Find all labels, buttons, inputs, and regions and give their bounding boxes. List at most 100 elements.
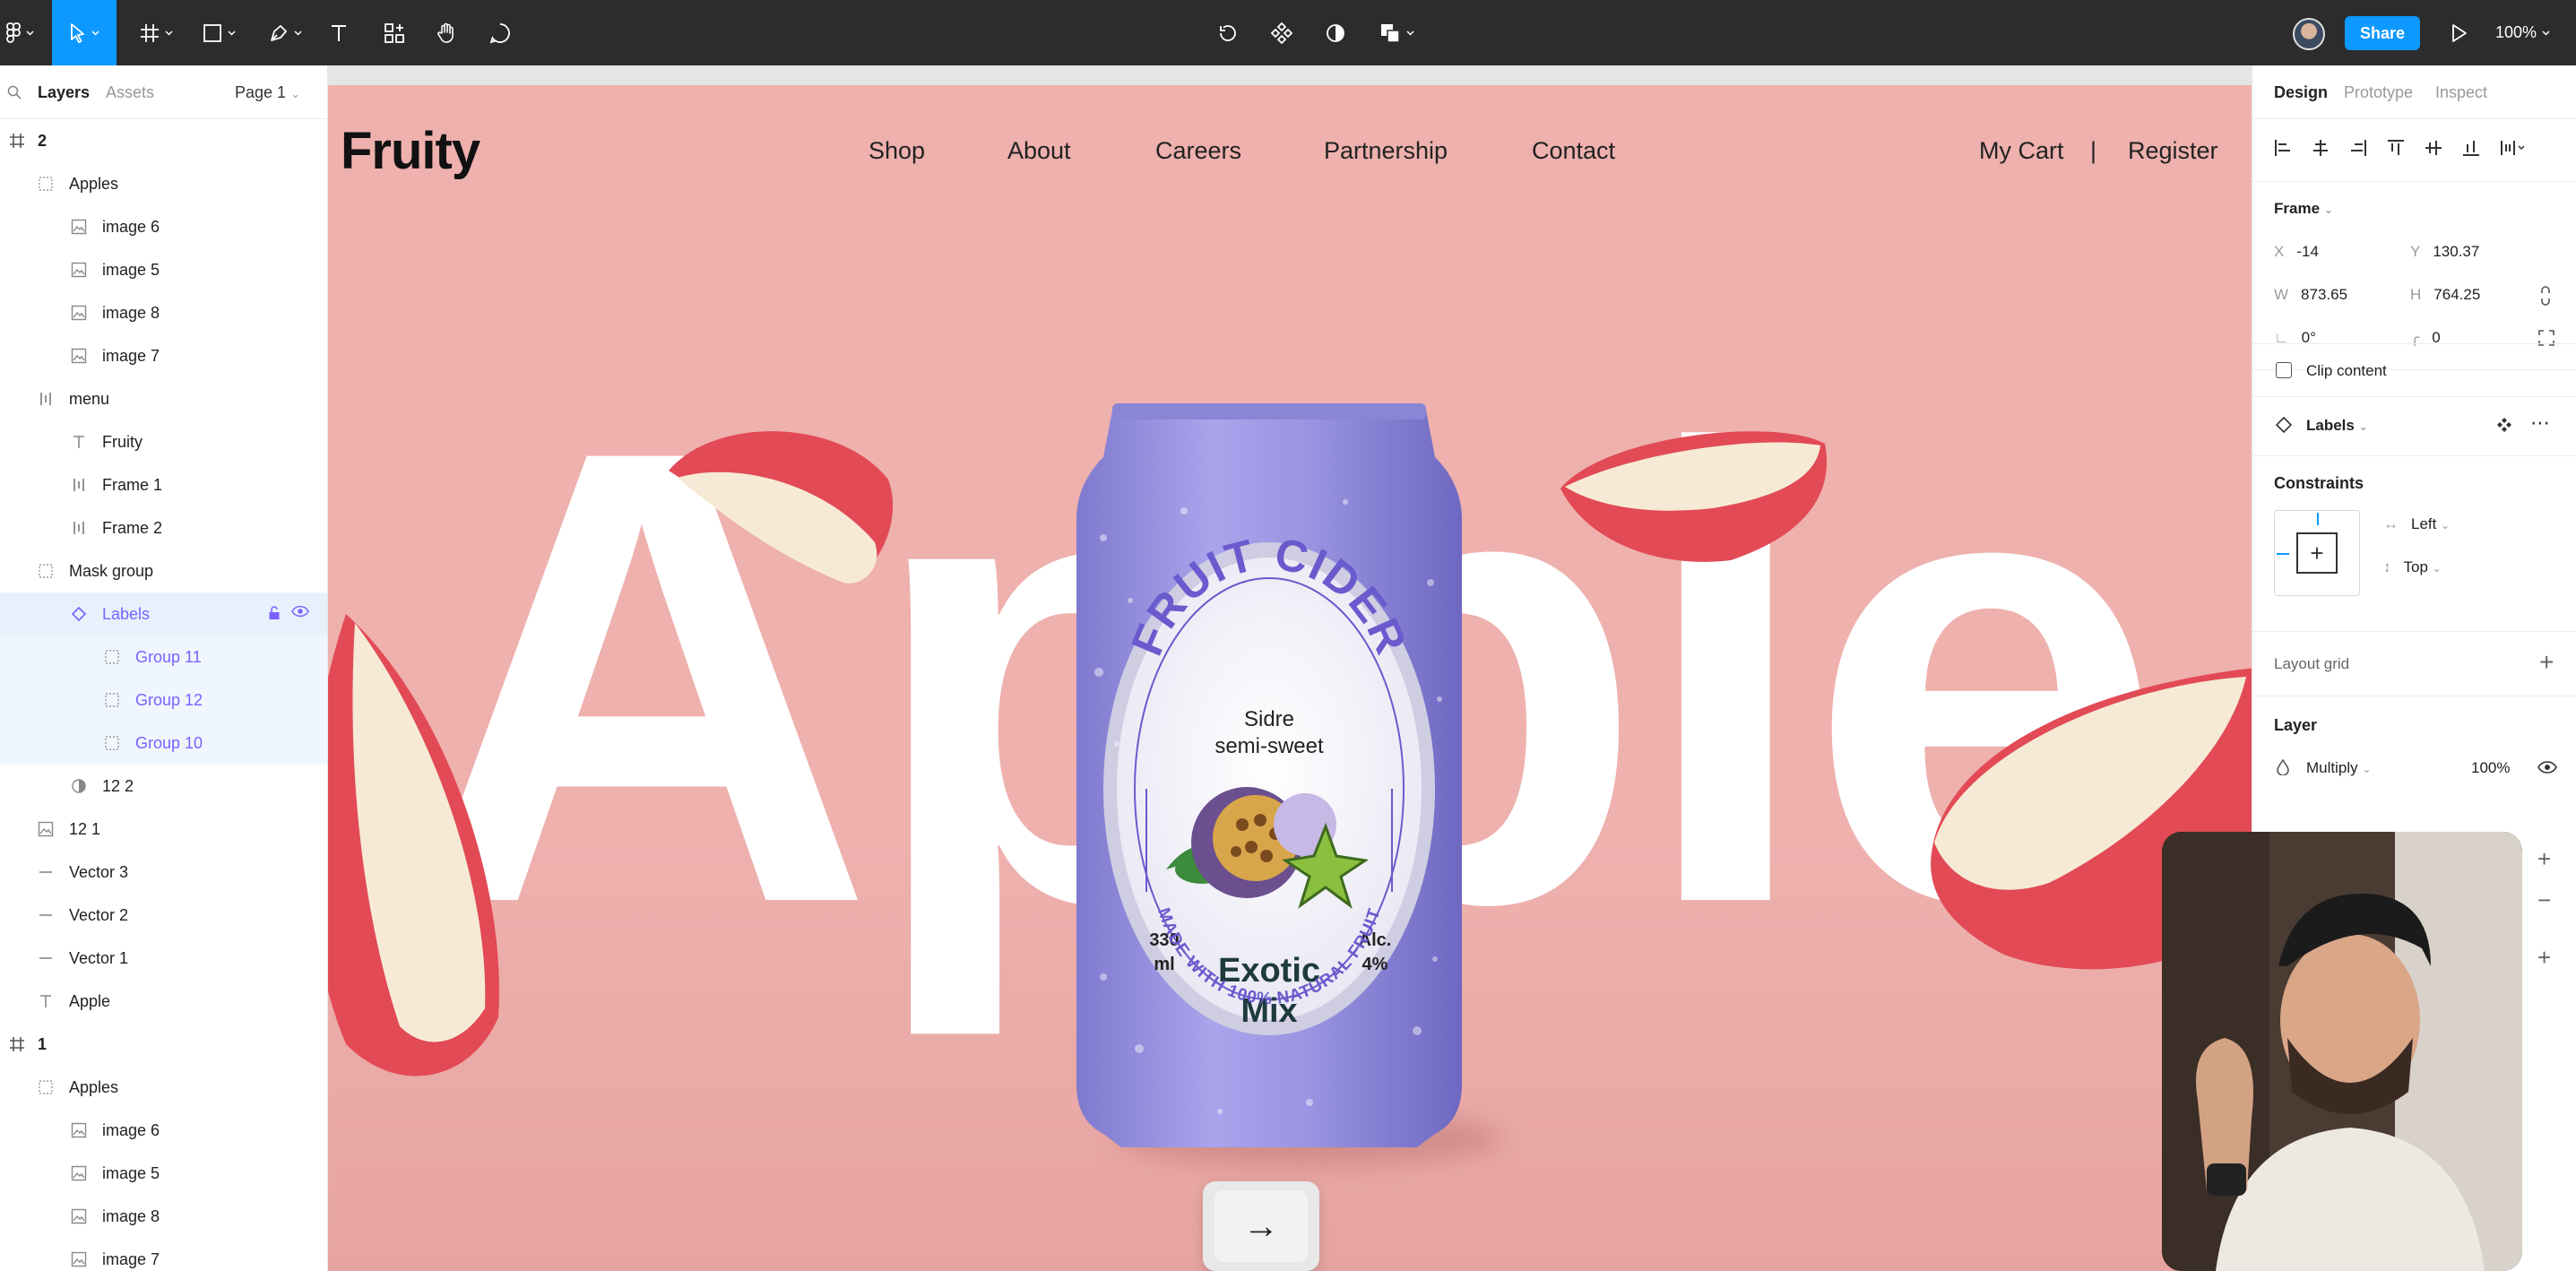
- layer-row[interactable]: 1: [0, 1023, 327, 1066]
- mask-button[interactable]: [1318, 0, 1353, 65]
- layer-row[interactable]: Group 11: [0, 636, 327, 679]
- y-field[interactable]: Y 130.37: [2410, 243, 2479, 261]
- nav-about[interactable]: About: [1007, 137, 1071, 165]
- align-right-icon[interactable]: [2349, 139, 2367, 157]
- nav-register[interactable]: Register: [2128, 137, 2218, 165]
- layer-row[interactable]: 12 2: [0, 765, 327, 808]
- apple-slice-top-right[interactable]: [1552, 408, 1838, 578]
- cider-can[interactable]: FRUIT CIDER Sidre semi-sweet 330 ml Alc.…: [1076, 403, 1462, 1165]
- layer-row[interactable]: Apple: [0, 980, 327, 1023]
- layer-row[interactable]: Group 10: [0, 722, 327, 765]
- clip-content-checkbox[interactable]: [2276, 362, 2292, 378]
- layer-row[interactable]: Frame 2: [0, 506, 327, 549]
- resources-button[interactable]: [376, 0, 412, 65]
- text-tool-button[interactable]: [323, 0, 355, 65]
- component-dropdown[interactable]: Labels ⌄: [2306, 417, 2368, 435]
- layer-label: Frame 1: [102, 476, 163, 494]
- hand-tool-button[interactable]: [428, 0, 464, 65]
- add-fill-icon[interactable]: +: [2537, 845, 2551, 873]
- add-stroke-icon[interactable]: +: [2537, 944, 2551, 972]
- apple-slice-top-left[interactable]: [660, 408, 911, 596]
- vertical-constraint-dropdown[interactable]: ↕ Top ⌄: [2383, 558, 2442, 576]
- lock-icon[interactable]: [268, 605, 281, 621]
- layer-row[interactable]: image 6: [0, 1109, 327, 1152]
- w-field[interactable]: W 873.65: [2274, 286, 2347, 304]
- layer-row[interactable]: Vector 2: [0, 894, 327, 937]
- constraint-top-marker[interactable]: [2317, 513, 2319, 525]
- constraint-left-marker[interactable]: [2277, 553, 2289, 555]
- tab-inspect[interactable]: Inspect: [2435, 83, 2487, 102]
- nav-contact[interactable]: Contact: [1532, 137, 1615, 165]
- layer-row[interactable]: Fruity: [0, 420, 327, 463]
- next-slide-button[interactable]: →: [1203, 1181, 1319, 1271]
- align-center-h-icon[interactable]: [2312, 139, 2330, 157]
- boolean-button[interactable]: [1371, 0, 1422, 65]
- layer-row[interactable]: image 6: [0, 205, 327, 248]
- remove-fill-icon[interactable]: −: [2537, 886, 2551, 914]
- opacity-field[interactable]: 100%: [2471, 759, 2510, 777]
- x-field[interactable]: X -14: [2274, 243, 2319, 261]
- add-layout-grid-icon[interactable]: +: [2539, 648, 2554, 677]
- search-icon[interactable]: [7, 85, 22, 99]
- constraint-widget[interactable]: +: [2274, 510, 2360, 596]
- canvas[interactable]: Apple Fruity Shop About Careers Partners…: [328, 65, 2252, 1271]
- distribute-icon[interactable]: [2500, 139, 2527, 157]
- eye-icon[interactable]: [291, 605, 309, 618]
- tab-prototype[interactable]: Prototype: [2344, 83, 2413, 102]
- constrain-proportions-icon[interactable]: [2539, 286, 2552, 306]
- layer-row[interactable]: image 8: [0, 1195, 327, 1238]
- more-options-icon[interactable]: ⋯: [2530, 411, 2551, 435]
- figma-menu-button[interactable]: [0, 0, 39, 65]
- layer-row[interactable]: image 5: [0, 248, 327, 291]
- layer-row[interactable]: Apples: [0, 1066, 327, 1109]
- blend-mode-dropdown[interactable]: Multiply ⌄: [2306, 759, 2371, 777]
- layer-row[interactable]: Frame 1: [0, 463, 327, 506]
- nav-shop[interactable]: Shop: [869, 137, 925, 165]
- align-top-icon[interactable]: [2387, 139, 2405, 157]
- nav-careers[interactable]: Careers: [1155, 137, 1241, 165]
- user-avatar[interactable]: [2293, 18, 2325, 50]
- edit-vector-button[interactable]: [1210, 0, 1246, 65]
- frame-tool-button[interactable]: [129, 0, 183, 65]
- share-button[interactable]: Share: [2345, 16, 2420, 50]
- shape-tool-button[interactable]: [192, 0, 246, 65]
- zoom-dropdown[interactable]: 100%: [2495, 0, 2550, 65]
- layer-row[interactable]: 12 1: [0, 808, 327, 851]
- layer-row[interactable]: Vector 3: [0, 851, 327, 894]
- layer-row[interactable]: Group 12: [0, 679, 327, 722]
- layer-row[interactable]: image 8: [0, 291, 327, 334]
- go-to-main-component-icon[interactable]: [2496, 417, 2512, 433]
- nav-partnership[interactable]: Partnership: [1324, 137, 1448, 165]
- create-component-button[interactable]: [1264, 0, 1300, 65]
- align-center-v-icon[interactable]: [2425, 139, 2442, 157]
- move-tool-button[interactable]: [52, 0, 117, 65]
- site-logo[interactable]: Fruity: [341, 121, 480, 181]
- layer-row[interactable]: Apples: [0, 162, 327, 205]
- align-bottom-icon[interactable]: [2462, 139, 2480, 157]
- comment-tool-button[interactable]: [482, 0, 518, 65]
- pen-tool-button[interactable]: [258, 0, 312, 65]
- pen-tool-icon: [270, 24, 287, 41]
- layer-row[interactable]: image 7: [0, 1238, 327, 1271]
- layer-row[interactable]: 2: [0, 119, 327, 162]
- align-left-icon[interactable]: [2274, 139, 2292, 157]
- horizontal-constraint-dropdown[interactable]: ↔ Left ⌄: [2383, 515, 2450, 533]
- h-field[interactable]: H 764.25: [2410, 286, 2480, 304]
- tab-assets[interactable]: Assets: [106, 83, 154, 102]
- frame-title[interactable]: Frame ⌄: [2274, 200, 2333, 218]
- layer-row[interactable]: image 7: [0, 334, 327, 377]
- apple-slice-left[interactable]: [328, 596, 525, 1098]
- layer-row[interactable]: Mask group: [0, 549, 327, 592]
- layer-row[interactable]: menu: [0, 377, 327, 420]
- layer-label: 12 2: [102, 777, 134, 795]
- layer-row[interactable]: image 5: [0, 1152, 327, 1195]
- layer-row[interactable]: Vector 1: [0, 937, 327, 980]
- present-button[interactable]: [2442, 0, 2477, 65]
- frame-2[interactable]: Apple Fruity Shop About Careers Partners…: [328, 85, 2252, 1271]
- layer-row[interactable]: Labels: [0, 592, 327, 636]
- eye-icon[interactable]: [2537, 761, 2557, 774]
- nav-my-cart[interactable]: My Cart: [1979, 137, 2064, 165]
- page-selector[interactable]: Page 1 ⌄: [235, 83, 300, 102]
- tab-design[interactable]: Design: [2274, 83, 2328, 102]
- tab-layers[interactable]: Layers: [38, 83, 90, 102]
